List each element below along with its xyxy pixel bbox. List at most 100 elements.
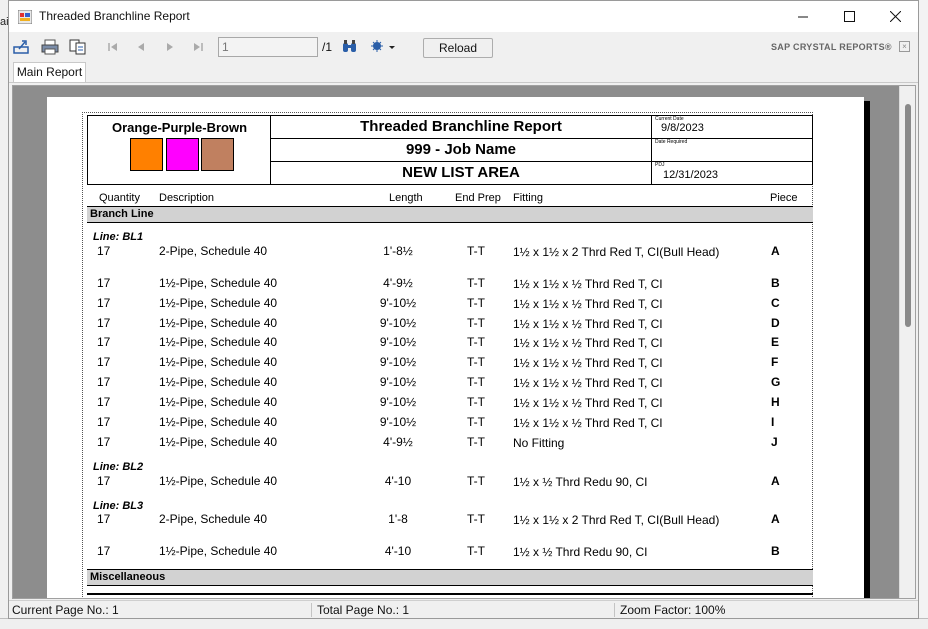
- row-quantity: 17: [97, 276, 111, 290]
- row-end-prep: T-T: [467, 296, 485, 310]
- prev-page-button[interactable]: [131, 38, 151, 56]
- status-bar: Current Page No.: 1 Total Page No.: 1 Zo…: [9, 600, 918, 618]
- row-length: 9'-10½: [379, 395, 417, 409]
- reload-button[interactable]: Reload: [423, 38, 493, 58]
- row-length: 4'-10: [384, 544, 412, 558]
- first-page-button[interactable]: [103, 38, 123, 56]
- report-viewport[interactable]: Orange-Purple-Brown Threaded Branchline …: [12, 85, 916, 599]
- vertical-scrollbar[interactable]: [899, 86, 915, 598]
- print-button[interactable]: [40, 38, 60, 56]
- brand-close-icon[interactable]: ×: [899, 41, 910, 52]
- minimize-button[interactable]: [780, 1, 826, 32]
- row-piece: A: [771, 474, 780, 488]
- row-fitting: 1½ x 1½ x ½ Thrd Red T, CI: [513, 336, 663, 350]
- row-length: 9'-10½: [379, 375, 417, 389]
- swatch-brown: [201, 138, 234, 171]
- row-description: 2-Pipe, Schedule 40: [159, 244, 268, 258]
- toolbar: 1 /1 Reload SAP CRYSTAL REPORTS® ×: [9, 32, 918, 62]
- pdj-label: PDJ: [655, 162, 665, 168]
- row-piece: B: [771, 544, 780, 558]
- report-header: Orange-Purple-Brown Threaded Branchline …: [87, 115, 813, 185]
- row-piece: A: [771, 512, 780, 526]
- table-row: 17 1½-Pipe, Schedule 40 9'-10½ T-T 1½ x 1½ x…: [83, 296, 814, 316]
- swatch-orange: [130, 138, 163, 171]
- row-description: 1½-Pipe, Schedule 40: [159, 375, 278, 389]
- row-quantity: 17: [97, 335, 111, 349]
- close-button[interactable]: [872, 1, 918, 32]
- table-row: 17 1½-Pipe, Schedule 40 9'-10½ T-T 1½ x 1½ x…: [83, 355, 814, 375]
- export-button[interactable]: [12, 38, 32, 56]
- table-row: 17 1½-Pipe, Schedule 40 9'-10½ T-T 1½ x 1½ x…: [83, 316, 814, 336]
- report-viewer-window: Threaded Branchline Report 1 /1 Reload S…: [8, 0, 919, 619]
- sap-crystal-brand: SAP CRYSTAL REPORTS®: [771, 42, 892, 52]
- row-fitting: 1½ x 1½ x ½ Thrd Red T, CI: [513, 376, 663, 390]
- zoom-dropdown[interactable]: [369, 38, 397, 56]
- row-piece: A: [771, 244, 780, 258]
- find-icon: [343, 40, 356, 52]
- table-row: 17 1½-Pipe, Schedule 40 4'-10 T-T 1½ x ½ Thr…: [83, 544, 814, 564]
- status-separator: [614, 603, 615, 617]
- header-rule: [271, 138, 812, 139]
- row-description: 2-Pipe, Schedule 40: [159, 512, 268, 526]
- last-page-icon: [194, 43, 203, 51]
- status-zoom: Zoom Factor: 100%: [620, 603, 726, 617]
- row-end-prep: T-T: [467, 474, 485, 488]
- status-separator: [311, 603, 312, 617]
- misc-rule: [87, 593, 813, 595]
- row-quantity: 17: [97, 512, 111, 526]
- row-length: 1'-8: [388, 512, 408, 526]
- report-content: Orange-Purple-Brown Threaded Branchline …: [82, 112, 814, 598]
- row-piece: F: [771, 355, 779, 369]
- row-fitting: 1½ x ½ Thrd Redu 90, CI: [513, 545, 648, 559]
- table-row: 17 1½-Pipe, Schedule 40 9'-10½ T-T 1½ x 1½ x…: [83, 335, 814, 355]
- swatch-purple: [166, 138, 199, 171]
- table-row: 17 1½-Pipe, Schedule 40 4'-10 T-T 1½ x ½ Thr…: [83, 474, 814, 494]
- row-fitting: 1½ x 1½ x ½ Thrd Red T, CI: [513, 317, 663, 331]
- row-length: 9'-10½: [379, 316, 417, 330]
- row-length: 9'-10½: [379, 415, 417, 429]
- col-end-prep: End Prep: [455, 192, 501, 204]
- tab-main-report[interactable]: Main Report: [13, 62, 86, 83]
- row-length: 1'-8½: [383, 244, 413, 258]
- line-label: Line: BL2: [93, 461, 144, 473]
- row-fitting: 1½ x 1½ x ½ Thrd Red T, CI: [513, 356, 663, 370]
- line-label: Line: BL1: [93, 231, 144, 243]
- table-row: 17 1½-Pipe, Schedule 40 4'-9½ T-T 1½ x 1½ x …: [83, 276, 814, 296]
- copy-button[interactable]: [68, 38, 88, 56]
- row-piece: I: [771, 415, 775, 429]
- row-fitting: 1½ x ½ Thrd Redu 90, CI: [513, 475, 648, 489]
- first-page-icon: [108, 43, 117, 51]
- row-description: 1½-Pipe, Schedule 40: [159, 415, 278, 429]
- table-row: 17 1½-Pipe, Schedule 40 9'-10½ T-T 1½ x 1½ x…: [83, 395, 814, 415]
- background-window-right: [918, 0, 928, 629]
- col-fitting: Fitting: [513, 192, 543, 204]
- table-row: 17 2-Pipe, Schedule 40 1'-8½ T-T 1½ x 1½ x 2…: [83, 244, 814, 264]
- last-page-button[interactable]: [188, 38, 208, 56]
- list-area: NEW LIST AREA: [402, 164, 520, 181]
- table-row: 17 2-Pipe, Schedule 40 1'-8 T-T 1½ x 1½ x 2 …: [83, 512, 814, 532]
- row-piece: G: [771, 375, 781, 389]
- row-description: 1½-Pipe, Schedule 40: [159, 395, 278, 409]
- row-piece: C: [771, 296, 780, 310]
- row-quantity: 17: [97, 296, 111, 310]
- row-fitting: 1½ x 1½ x ½ Thrd Red T, CI: [513, 297, 663, 311]
- maximize-button[interactable]: [826, 1, 872, 32]
- next-page-button[interactable]: [160, 38, 180, 56]
- scrollbar-thumb[interactable]: [905, 104, 911, 327]
- app-icon: [18, 10, 32, 24]
- copy-icon: [69, 39, 86, 55]
- row-length: 4'-9½: [383, 276, 413, 290]
- row-piece: J: [771, 435, 778, 449]
- find-button[interactable]: [340, 38, 360, 56]
- page-number-input[interactable]: 1: [218, 37, 318, 57]
- section-branch-line: Branch Line: [87, 206, 813, 223]
- row-description: 1½-Pipe, Schedule 40: [159, 544, 278, 558]
- row-description: 1½-Pipe, Schedule 40: [159, 335, 278, 349]
- col-length: Length: [389, 192, 423, 204]
- row-quantity: 17: [97, 474, 111, 488]
- maximize-icon: [843, 11, 855, 22]
- window-title: Threaded Branchline Report: [39, 9, 190, 23]
- table-row: 17 1½-Pipe, Schedule 40 9'-10½ T-T 1½ x 1½ x…: [83, 415, 814, 435]
- table-row: 17 1½-Pipe, Schedule 40 9'-10½ T-T 1½ x 1½ x…: [83, 375, 814, 395]
- row-quantity: 17: [97, 244, 111, 258]
